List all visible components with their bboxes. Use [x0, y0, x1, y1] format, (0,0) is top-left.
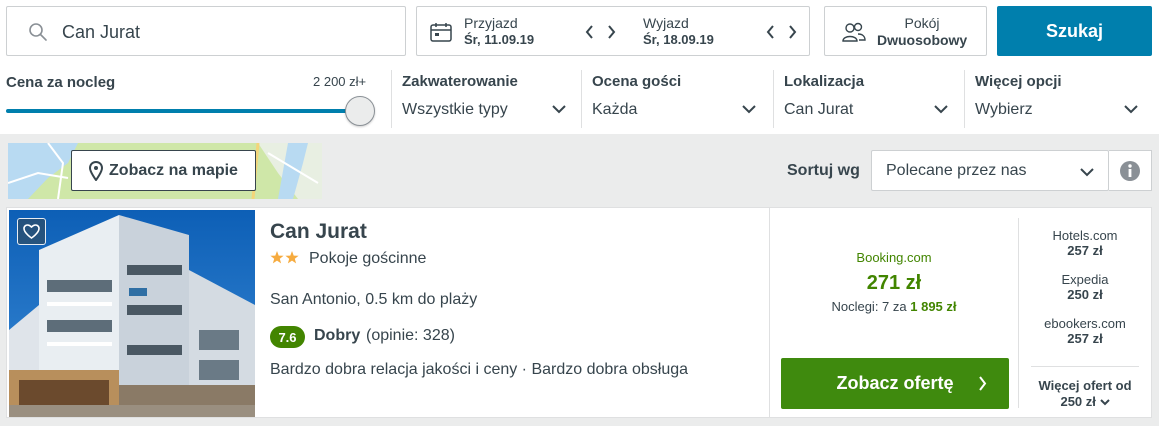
checkout-prev-button[interactable]: [761, 21, 779, 43]
sort-label: Sortuj wg: [787, 162, 860, 179]
offer-site: Expedia: [1061, 272, 1109, 287]
filter-location[interactable]: Lokalizacja Can Jurat: [773, 70, 963, 128]
map-pin-icon: [89, 160, 104, 181]
offer-site: ebookers.com: [1044, 316, 1126, 331]
heart-icon: [23, 224, 40, 239]
checkout-next-button[interactable]: [783, 21, 801, 43]
sort-info-button[interactable]: [1109, 150, 1152, 191]
filter-title: Lokalizacja: [784, 73, 865, 90]
offer-site: Hotels.com: [1052, 228, 1118, 243]
price-slider-track[interactable]: [6, 109, 356, 113]
checkin-next-button[interactable]: [602, 21, 620, 43]
checkout-value: Śr, 18.09.19: [643, 32, 714, 47]
checkout-label: Wyjazd: [643, 15, 689, 31]
view-deal-label: Zobacz ofertę: [836, 373, 954, 393]
chevron-right-icon: [979, 376, 987, 391]
filter-title: Więcej opcji: [975, 73, 1062, 90]
checkin-date[interactable]: Przyjazd Śr, 11.09.19: [464, 15, 534, 49]
offer-hotels-com[interactable]: Hotels.com 257 zł: [1019, 228, 1151, 258]
room-label: Pokój: [904, 15, 940, 31]
offer-price: 257 zł: [1067, 331, 1103, 346]
price-filter-title: Cena za nocleg: [6, 74, 116, 91]
destination-input[interactable]: [62, 20, 392, 44]
other-offers: Hotels.com 257 zł Expedia 250 zł ebooker…: [1019, 208, 1151, 417]
more-offers-price: 250 zł: [1060, 394, 1096, 409]
checkin-value: Śr, 11.09.19: [464, 32, 535, 47]
filter-title: Zakwaterowanie: [402, 73, 518, 90]
view-deal-button[interactable]: Zobacz ofertę: [781, 358, 1009, 409]
top-deal: Booking.com 271 zł Noclegi: 7 za 1 895 z…: [770, 208, 1018, 417]
price-slider-handle[interactable]: [345, 96, 375, 126]
hotel-name[interactable]: Can Jurat: [270, 220, 367, 244]
more-offers-label: Więcej ofert od: [1038, 378, 1132, 393]
hotel-photo[interactable]: [9, 210, 255, 417]
room-value: Dwuosobowy: [877, 32, 968, 48]
chevron-down-icon: [1124, 105, 1138, 114]
chevron-down-icon: [1080, 168, 1094, 177]
hotel-location: San Antonio, 0.5 km do plaży: [270, 291, 478, 308]
chevron-down-icon: [934, 105, 948, 114]
favorite-button[interactable]: [17, 218, 46, 245]
chevron-left-icon: [585, 25, 593, 39]
guests-icon: [842, 22, 866, 42]
deal-nights-prefix: Noclegi: 7 za: [831, 299, 907, 314]
more-offers-price-row: 250 zł: [1019, 394, 1151, 410]
rating-score-badge: 7.6: [270, 326, 305, 348]
rating-word: Dobry: [314, 327, 361, 344]
filters-bar: Cena za nocleg 2 200 zł+ Zakwaterowanie …: [0, 66, 1159, 132]
star-icon: [285, 251, 299, 264]
offer-expedia[interactable]: Expedia 250 zł: [1019, 272, 1151, 302]
destination-search-box[interactable]: [6, 6, 406, 56]
chevron-right-icon: [607, 25, 615, 39]
hotel-stars: [270, 251, 300, 264]
filter-more-options[interactable]: Więcej opcji Wybierz: [964, 70, 1154, 128]
show-map-button[interactable]: Zobacz na mapie: [71, 150, 256, 191]
chevron-down-icon: [742, 105, 756, 114]
offer-price: 250 zł: [1067, 287, 1103, 302]
filter-title: Ocena gości: [592, 73, 682, 90]
checkout-date[interactable]: Wyjazd Śr, 18.09.19: [643, 15, 714, 49]
info-icon: [1120, 160, 1140, 181]
sort-select[interactable]: Polecane przez nas: [871, 150, 1109, 191]
divider: [1031, 366, 1139, 367]
deal-nights: Noclegi: 7 za 1 895 zł: [770, 299, 1018, 314]
deal-price: 271 zł: [866, 272, 922, 294]
chevron-right-icon: [788, 25, 796, 39]
rating-count[interactable]: (opinie: 328): [366, 327, 455, 345]
sort-value: Polecane przez nas: [886, 162, 1027, 179]
star-icon: [270, 251, 284, 264]
chevron-down-icon: [552, 105, 566, 114]
search-button[interactable]: Szukaj: [997, 6, 1152, 56]
more-offers-button[interactable]: Więcej ofert od 250 zł: [1019, 378, 1151, 410]
filter-accommodation[interactable]: Zakwaterowanie Wszystkie typy: [391, 70, 577, 128]
calendar-icon: [430, 23, 452, 42]
offer-price: 257 zł: [1067, 243, 1103, 258]
room-selector[interactable]: Pokój Dwuosobowy: [824, 6, 987, 56]
deal-nights-total: 1 895 zł: [910, 299, 957, 314]
hotel-type: Pokoje gościnne: [309, 250, 427, 267]
checkin-label: Przyjazd: [464, 15, 518, 31]
hotel-card: Can Jurat Pokoje gościnne San Antonio, 0…: [6, 207, 1152, 418]
chevron-left-icon: [766, 25, 774, 39]
filter-value: Wszystkie typy: [402, 101, 508, 118]
deal-site: Booking.com: [856, 250, 932, 265]
checkin-prev-button[interactable]: [580, 21, 598, 43]
chevron-down-icon: [1099, 399, 1110, 406]
offer-ebookers[interactable]: ebookers.com 257 zł: [1019, 316, 1151, 346]
dates-picker[interactable]: Przyjazd Śr, 11.09.19 Wyjazd Śr, 18.09.1…: [416, 6, 810, 56]
search-icon: [29, 23, 47, 41]
price-max-value: 2 200 zł+: [313, 74, 367, 89]
hotel-highlights: Bardzo dobra relacja jakości i ceny · Ba…: [270, 361, 689, 378]
filter-guest-rating[interactable]: Ocena gości Każda: [581, 70, 773, 128]
show-map-label: Zobacz na mapie: [109, 161, 238, 179]
